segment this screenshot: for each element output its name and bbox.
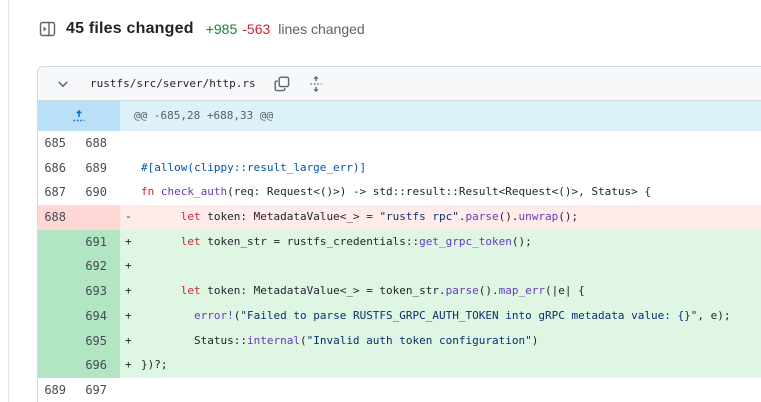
old-line-number[interactable] <box>38 229 79 255</box>
file-path[interactable]: rustfs/src/server/http.rs <box>90 77 256 90</box>
old-line-number[interactable]: 685 <box>38 131 79 156</box>
additions-count: +985 <box>205 21 238 37</box>
diff-row: 687 690 fn check_auth(req: Request<()>) ->… <box>38 180 761 206</box>
diff-marker <box>120 180 141 205</box>
code-cell <box>120 131 761 156</box>
code-cell: + let token_str = rustfs_credentials::ge… <box>120 229 761 255</box>
code-line: error!("Failed to parse RUSTFS_GRPC_AUTH… <box>193 308 731 322</box>
lines-changed-label: lines changed <box>278 21 365 37</box>
diff-marker: + <box>125 358 132 372</box>
new-line-number[interactable]: 693 <box>79 279 120 304</box>
diff-row: 695 + Status::internal("Invalid auth toke… <box>38 328 761 354</box>
diff-summary-bar: 45 files changed +985 -563 lines changed <box>36 18 365 40</box>
code-cell: + error!("Failed to parse RUSTFS_GRPC_AU… <box>120 303 761 329</box>
code-line: fn check_auth(req: Request<()>) -> std::… <box>141 185 651 199</box>
panel-divider <box>8 0 9 402</box>
new-line-number[interactable]: 692 <box>79 254 120 280</box>
new-line-number[interactable]: 695 <box>79 328 120 354</box>
code-line: let token_str = rustfs_credentials::get_… <box>180 234 532 248</box>
expand-hunk-up-button[interactable] <box>38 101 120 131</box>
copy-icon <box>274 76 289 91</box>
new-line-number[interactable]: 697 <box>79 378 120 402</box>
new-line-number[interactable] <box>79 205 120 230</box>
diff-row: 693 + let token: MetadataValue<_> = token… <box>38 279 761 304</box>
code-line: #[allow(clippy::result_large_err)] <box>141 160 367 174</box>
old-line-number[interactable] <box>38 353 79 378</box>
old-line-number[interactable]: 689 <box>38 378 79 402</box>
diff-row: 685 688 <box>38 131 761 156</box>
diff-marker: + <box>125 259 132 273</box>
code-cell: +})?; <box>120 353 761 378</box>
old-line-number[interactable]: 687 <box>38 180 79 205</box>
code-line: Status::internal("Invalid auth token con… <box>193 333 539 347</box>
deletions-count: -563 <box>242 21 271 37</box>
unfold-icon <box>310 75 322 92</box>
hunk-header-row: @@ -685,28 +688,33 @@ <box>38 101 761 131</box>
diff-row: 691 + let token_str = rustfs_credentials:… <box>38 229 761 255</box>
code-cell: - let token: MetadataValue<_> = "rustfs … <box>120 205 761 230</box>
diff-row: 696 +})?; <box>38 353 761 378</box>
files-changed-count: 45 files changed <box>66 20 194 37</box>
diff-row: 694 + error!("Failed to parse RUSTFS_GRPC… <box>38 303 761 329</box>
collapse-file-button[interactable] <box>52 73 74 95</box>
file-diff-panel: rustfs/src/server/http.rs @@ -685,28 +68… <box>37 66 761 402</box>
code-cell: + let token: MetadataValue<_> = token_st… <box>120 279 761 304</box>
diff-rows: 685 688 686 689 #[allow(clippy::result_large… <box>38 131 761 402</box>
old-line-number[interactable] <box>38 279 79 304</box>
code-cell: + <box>120 254 761 280</box>
new-line-number[interactable]: 688 <box>79 131 120 156</box>
diff-row: 686 689 #[allow(clippy::result_large_err)] <box>38 155 761 181</box>
old-line-number[interactable]: 686 <box>38 156 79 181</box>
copy-path-button[interactable] <box>270 73 294 95</box>
new-line-number[interactable]: 689 <box>79 156 120 181</box>
diff-marker: + <box>125 308 132 322</box>
old-line-number[interactable] <box>38 254 79 280</box>
code-cell: + Status::internal("Invalid auth token c… <box>120 328 761 354</box>
diff-marker <box>120 131 141 156</box>
old-line-number[interactable] <box>38 328 79 354</box>
diff-row: 688 - let token: MetadataValue<_> = "rust… <box>38 205 761 230</box>
new-line-number[interactable]: 690 <box>79 180 120 205</box>
diff-marker <box>120 378 141 402</box>
diff-marker: + <box>125 234 132 248</box>
new-line-number[interactable]: 694 <box>79 303 120 329</box>
new-line-number[interactable]: 691 <box>79 229 120 255</box>
code-line: })?; <box>141 358 168 372</box>
hunk-header-text: @@ -685,28 +688,33 @@ <box>120 101 761 131</box>
code-cell <box>120 378 761 402</box>
diff-row: 692 + <box>38 254 761 280</box>
expand-all-button[interactable] <box>304 73 328 95</box>
code-line: let token: MetadataValue<_> = token_str.… <box>180 284 585 298</box>
code-line: let token: MetadataValue<_> = "rustfs rp… <box>180 210 579 224</box>
fold-up-icon <box>73 110 85 122</box>
diff-marker: - <box>125 210 132 224</box>
old-line-number[interactable] <box>38 303 79 329</box>
file-header: rustfs/src/server/http.rs <box>38 67 761 101</box>
old-line-number[interactable]: 688 <box>38 205 79 230</box>
sidebar-expand-icon <box>39 21 55 37</box>
diff-marker: + <box>125 333 132 347</box>
code-cell: #[allow(clippy::result_large_err)] <box>120 156 761 181</box>
code-cell: fn check_auth(req: Request<()>) -> std::… <box>120 180 761 205</box>
new-line-number[interactable]: 696 <box>79 353 120 378</box>
diff-row: 689 697 <box>38 377 761 402</box>
diff-marker <box>120 156 141 181</box>
file-tree-toggle-button[interactable] <box>36 18 58 40</box>
chevron-down-icon <box>58 81 68 87</box>
diff-marker: + <box>125 284 132 298</box>
